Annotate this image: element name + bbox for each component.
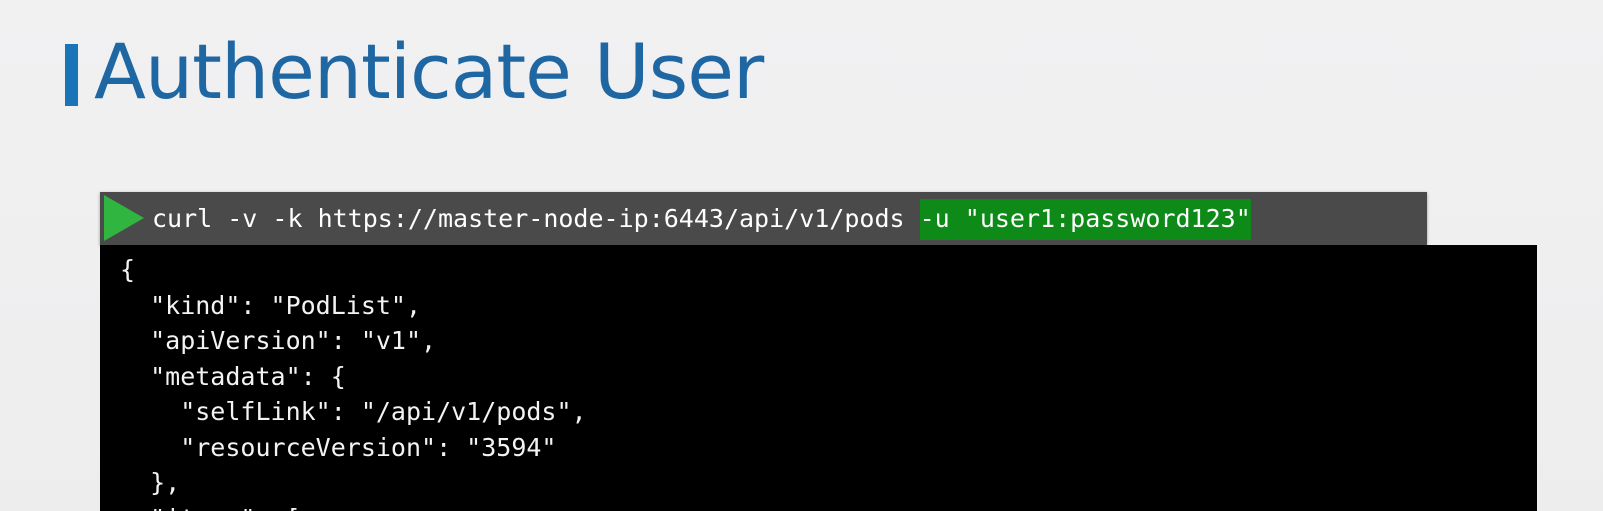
json-line: },: [120, 468, 181, 497]
command-line: curl -v -k https://master-node-ip:6443/a…: [152, 192, 1251, 245]
json-line: {: [120, 255, 136, 284]
json-output: { "kind": "PodList", "apiVersion": "v1",…: [100, 245, 1537, 511]
json-line: "selfLink": "/api/v1/pods",: [120, 397, 587, 426]
json-line: "resourceVersion": "3594": [120, 432, 557, 462]
json-line: "metadata": {: [120, 361, 346, 391]
slide-title: Authenticate User: [94, 27, 764, 116]
command-text: curl -v -k https://master-node-ip:6443/a…: [152, 204, 920, 233]
command-bar: curl -v -k https://master-node-ip:6443/a…: [100, 192, 1427, 245]
command-highlighted-args: -u "user1:password123": [919, 199, 1251, 240]
play-triangle-icon: [104, 195, 144, 241]
json-line: "kind": "PodList",: [120, 290, 422, 320]
title-accent-bar: [65, 44, 78, 106]
json-line: "items": [: [120, 501, 1537, 511]
json-line: "apiVersion": "v1",: [120, 326, 437, 355]
terminal-output: { "kind": "PodList", "apiVersion": "v1",…: [100, 245, 1537, 511]
